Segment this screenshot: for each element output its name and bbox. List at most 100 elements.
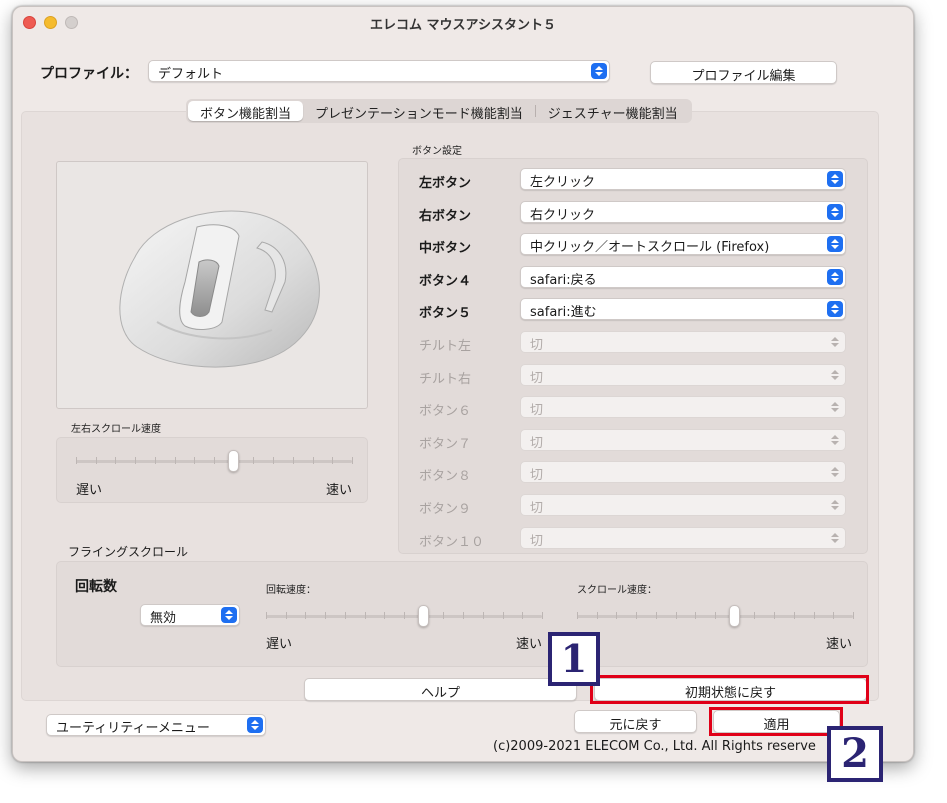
chevron-updown-icon <box>827 203 843 220</box>
chevron-updown-icon <box>827 236 843 253</box>
mouse-image-panel <box>56 161 368 409</box>
button-row-label: 中ボタン <box>419 241 472 257</box>
scroll-speed-title: スクロール速度： <box>577 585 657 596</box>
chevron-updown-icon <box>827 334 843 350</box>
horizontal-scroll-tick <box>194 457 196 464</box>
button-row-select[interactable]: safari:進む <box>520 298 846 321</box>
horizontal-scroll-slider-knob[interactable] <box>228 450 240 472</box>
rotation-speed-tick <box>305 612 307 619</box>
button-row-select: 切 <box>520 428 846 451</box>
button-row-select-value: 左クリック <box>530 175 596 190</box>
chevron-updown-icon <box>827 171 843 187</box>
profile-edit-button[interactable]: プロファイル編集 <box>650 61 837 84</box>
rotation-speed-slider-knob[interactable] <box>418 605 430 627</box>
button-row-select: 切 <box>520 461 846 484</box>
horizontal-scroll-tick <box>214 457 215 464</box>
chevron-updown-icon <box>827 399 843 415</box>
button-row-select[interactable]: 中クリック／オートスクロール (Firefox) <box>520 233 846 256</box>
scroll-speed-tick <box>774 612 776 619</box>
button-row-select-value: safari:戻る <box>530 272 597 288</box>
horizontal-scroll-title: 左右スクロール速度 <box>71 424 161 435</box>
rotation-speed-title: 回転速度： <box>266 585 316 596</box>
button-row-select: 切 <box>520 396 846 419</box>
button-row-select-value: 切 <box>530 435 544 451</box>
horizontal-scroll-tick <box>352 457 353 464</box>
button-row-select: 切 <box>520 494 846 516</box>
rotation-speed-tick <box>522 612 524 619</box>
horizontal-scroll-fast-label: 速い <box>326 483 353 498</box>
button-row-select[interactable]: safari:戻る <box>520 265 846 288</box>
button-row-select[interactable]: 右クリック <box>520 200 846 223</box>
button-row-select[interactable]: 左クリック <box>520 168 846 190</box>
scroll-speed-tick <box>813 612 815 619</box>
button-row-select-value: 切 <box>530 501 544 516</box>
chevron-updown-icon <box>827 464 843 480</box>
rotation-speed-tick <box>443 612 445 619</box>
chevron-updown-icon <box>827 268 843 285</box>
tab-button-assign[interactable]: ボタン機能割当 <box>188 101 304 122</box>
horizontal-scroll-slow-label: 遅い <box>76 483 103 498</box>
rotation-label: 回転数 <box>75 579 117 595</box>
profile-select-value: デフォルト <box>158 67 224 82</box>
horizontal-scroll-tick <box>332 457 334 464</box>
chevron-updown-icon <box>247 717 263 733</box>
window-title: エレコム マウスアシスタント５ <box>369 18 556 33</box>
chevron-updown-icon <box>827 367 843 383</box>
rotation-select[interactable]: 無効 <box>140 604 240 626</box>
button-row-label: 左ボタン <box>419 176 472 191</box>
button-row-select: 切 <box>520 363 846 386</box>
rotation-speed-tick <box>463 612 465 619</box>
horizontal-scroll-tick <box>76 457 77 464</box>
scroll-speed-tick <box>853 612 854 619</box>
rotation-speed-fast-label: 速い <box>516 637 543 652</box>
horizontal-scroll-tick <box>273 457 275 464</box>
scroll-speed-tick <box>596 612 598 619</box>
rotation-speed-slow-label: 遅い <box>266 637 293 652</box>
button-row-select-value: 切 <box>530 533 544 549</box>
rotation-speed-tick <box>266 612 267 619</box>
rotation-speed-tick <box>542 612 543 619</box>
rotation-speed-tick <box>482 612 484 619</box>
scroll-speed-tick <box>754 612 756 619</box>
copyright-text: (c)2009-2021 ELECOM Co., Ltd. All Rights… <box>493 739 816 754</box>
chevron-updown-icon <box>221 607 237 623</box>
rotation-select-value: 無効 <box>150 611 177 626</box>
annotation-badge-1: 1 <box>548 632 600 686</box>
scroll-speed-tick <box>675 612 677 619</box>
horizontal-scroll-group <box>56 437 368 503</box>
button-row-label: チルト左 <box>419 339 472 354</box>
scroll-speed-fast-label: 速い <box>826 637 853 652</box>
scroll-speed-tick <box>577 612 578 619</box>
chevron-updown-icon <box>827 432 843 448</box>
highlight-apply-box <box>709 707 843 736</box>
scroll-speed-tick <box>715 612 716 619</box>
button-row-label: 右ボタン <box>419 208 472 224</box>
profile-select[interactable]: デフォルト <box>148 60 610 82</box>
help-button[interactable]: ヘルプ <box>304 678 577 701</box>
revert-button[interactable]: 元に戻す <box>574 710 697 733</box>
tab-presentation-mode[interactable]: プレゼンテーションモード機能割当 <box>303 101 535 122</box>
profile-label: プロファイル： <box>40 66 138 82</box>
tab-gesture[interactable]: ジェスチャー機能割当 <box>536 101 690 122</box>
button-row-select-value: 切 <box>530 370 544 386</box>
flying-scroll-title: フライングスクロール <box>68 545 189 559</box>
rotation-speed-tick <box>404 612 405 619</box>
chevron-updown-icon <box>827 497 843 513</box>
button-row-label: ボタン９ <box>419 502 472 517</box>
utility-menu-select[interactable]: ユーティリティーメニュー <box>46 714 266 736</box>
button-row-select: 切 <box>520 526 846 549</box>
scroll-speed-slider-knob[interactable] <box>729 605 741 627</box>
button-row-select-value: 切 <box>530 338 544 353</box>
title-bar: エレコム マウスアシスタント５ <box>13 7 913 37</box>
button-row-label: ボタン４ <box>419 273 472 289</box>
button-row-label: ボタン７ <box>419 436 472 452</box>
horizontal-scroll-tick <box>115 457 117 464</box>
chevron-updown-icon <box>827 530 843 546</box>
chevron-updown-icon <box>591 63 607 79</box>
button-row-select-value: 切 <box>530 468 544 484</box>
horizontal-scroll-tick <box>154 457 156 464</box>
utility-menu-value: ユーティリティーメニュー <box>56 721 210 736</box>
horizontal-scroll-tick <box>292 457 294 464</box>
button-row-select-value: 右クリック <box>530 207 596 223</box>
button-settings-title: ボタン設定 <box>412 146 462 157</box>
